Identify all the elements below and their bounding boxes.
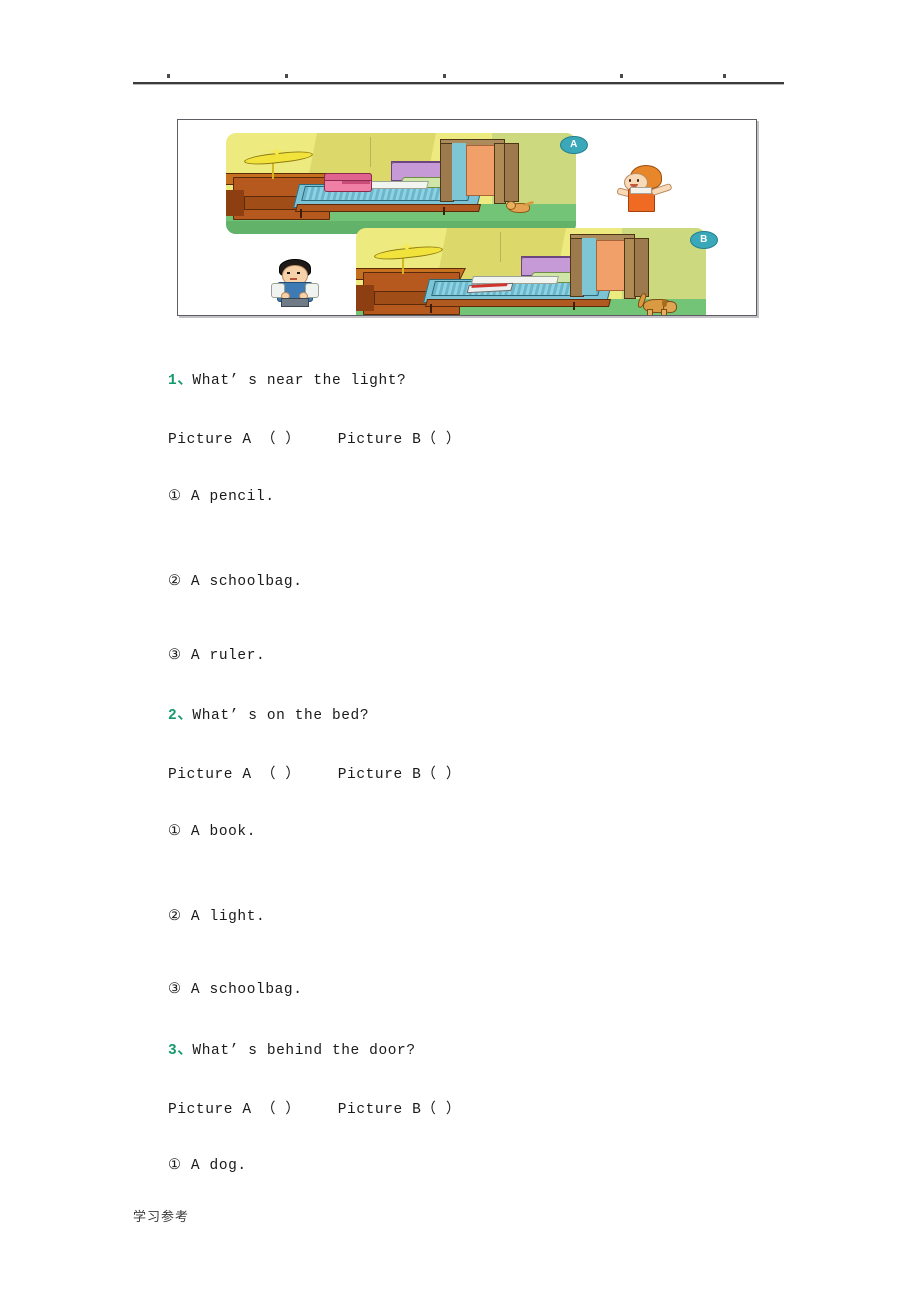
boy-character — [263, 256, 325, 307]
doorway-opening — [465, 145, 496, 196]
header-dot-row — [133, 66, 784, 82]
option-marker: ③ — [168, 982, 182, 998]
question-3-option-1[interactable]: ① A dog. — [168, 1157, 247, 1174]
option-marker: ③ — [168, 648, 182, 664]
dresser-side — [356, 284, 374, 311]
option-text: A dog. — [190, 1158, 247, 1174]
option-marker: ① — [168, 1158, 182, 1174]
figure-canvas: A B — [178, 120, 756, 315]
question-2-title: 2、What’ s on the bed? — [168, 703, 369, 724]
option-marker: ① — [168, 489, 182, 505]
bed-leg — [429, 303, 432, 313]
question-1-option-2[interactable]: ② A schoolbag. — [168, 573, 303, 590]
question-1-option-3[interactable]: ③ A ruler. — [168, 647, 265, 664]
question-1-number: 1 — [168, 373, 178, 389]
dresser-side — [226, 189, 244, 216]
header-divider — [133, 82, 784, 85]
door-jamb-right — [634, 238, 649, 297]
picture-panel-a — [226, 133, 576, 234]
door-gap — [581, 238, 596, 295]
girl-collar — [630, 187, 652, 194]
girl-character — [606, 164, 673, 212]
schoolbag-strap — [341, 181, 370, 185]
question-3-text: What’ s behind the door? — [192, 1043, 416, 1059]
bed-leg — [299, 208, 302, 218]
question-1-text: What’ s near the light? — [192, 373, 407, 389]
option-text: A schoolbag. — [190, 982, 303, 998]
question-2-separator: 、 — [177, 708, 193, 724]
question-1-option-1[interactable]: ① A pencil. — [168, 488, 275, 505]
option-text: A schoolbag. — [190, 574, 303, 590]
girl-eye — [637, 179, 639, 182]
wall-corner-line — [369, 137, 371, 168]
option-text: A book. — [190, 824, 257, 840]
question-2-text: What’ s on the bed? — [192, 708, 370, 724]
question-3-title: 3、What’ s behind the door? — [168, 1038, 416, 1059]
question-3-pick-line[interactable]: Picture A （ ） Picture B（ ） — [168, 1097, 461, 1118]
boy-eye — [287, 272, 290, 274]
option-marker: ① — [168, 824, 182, 840]
door-jamb-right — [504, 143, 519, 202]
bed-leg — [573, 301, 575, 310]
question-1-pick-line[interactable]: Picture A （ ） Picture B（ ） — [168, 427, 461, 448]
header-dot — [285, 74, 288, 78]
header-dot — [443, 74, 446, 78]
page-footer: 学习参考 — [133, 1210, 190, 1225]
picture-panel-b — [356, 228, 706, 315]
bed-leg — [443, 206, 445, 215]
question-2-option-3[interactable]: ③ A schoolbag. — [168, 981, 303, 998]
header-dot — [620, 74, 623, 78]
dog-leg — [661, 308, 667, 315]
panel-badge-b: B — [690, 231, 718, 249]
option-text: A ruler. — [190, 648, 266, 664]
wall-corner-line — [499, 232, 501, 263]
door-gap — [451, 143, 466, 200]
question-2-option-2[interactable]: ② A light. — [168, 908, 265, 925]
boy-mouth — [290, 278, 297, 280]
option-marker: ② — [168, 909, 182, 925]
option-text: A light. — [190, 909, 266, 925]
option-text: A pencil. — [190, 489, 275, 505]
bed-frame — [294, 203, 482, 212]
dog-ear — [662, 298, 667, 307]
figure-frame: A B — [177, 119, 757, 316]
question-2-pick-line[interactable]: Picture A （ ） Picture B（ ） — [168, 762, 461, 783]
option-marker: ② — [168, 574, 182, 590]
question-1-separator: 、 — [177, 373, 193, 389]
schoolbag-flap — [324, 173, 372, 182]
question-2-option-1[interactable]: ① A book. — [168, 823, 256, 840]
bed-frame — [424, 298, 612, 307]
question-3-number: 3 — [168, 1043, 178, 1059]
header-dot — [723, 74, 726, 78]
question-3-separator: 、 — [177, 1043, 193, 1059]
cat-head — [506, 200, 516, 210]
question-1-title: 1、What’ s near the light? — [168, 368, 406, 389]
girl-eye — [629, 179, 631, 182]
dog-leg — [647, 308, 653, 315]
question-2-number: 2 — [168, 708, 178, 724]
header-dot — [167, 74, 170, 78]
panel-badge-a: A — [560, 136, 588, 154]
boy-eye — [297, 272, 300, 274]
page-header-rule — [133, 66, 784, 88]
boy-pants — [281, 298, 309, 307]
doorway-opening — [595, 240, 626, 291]
